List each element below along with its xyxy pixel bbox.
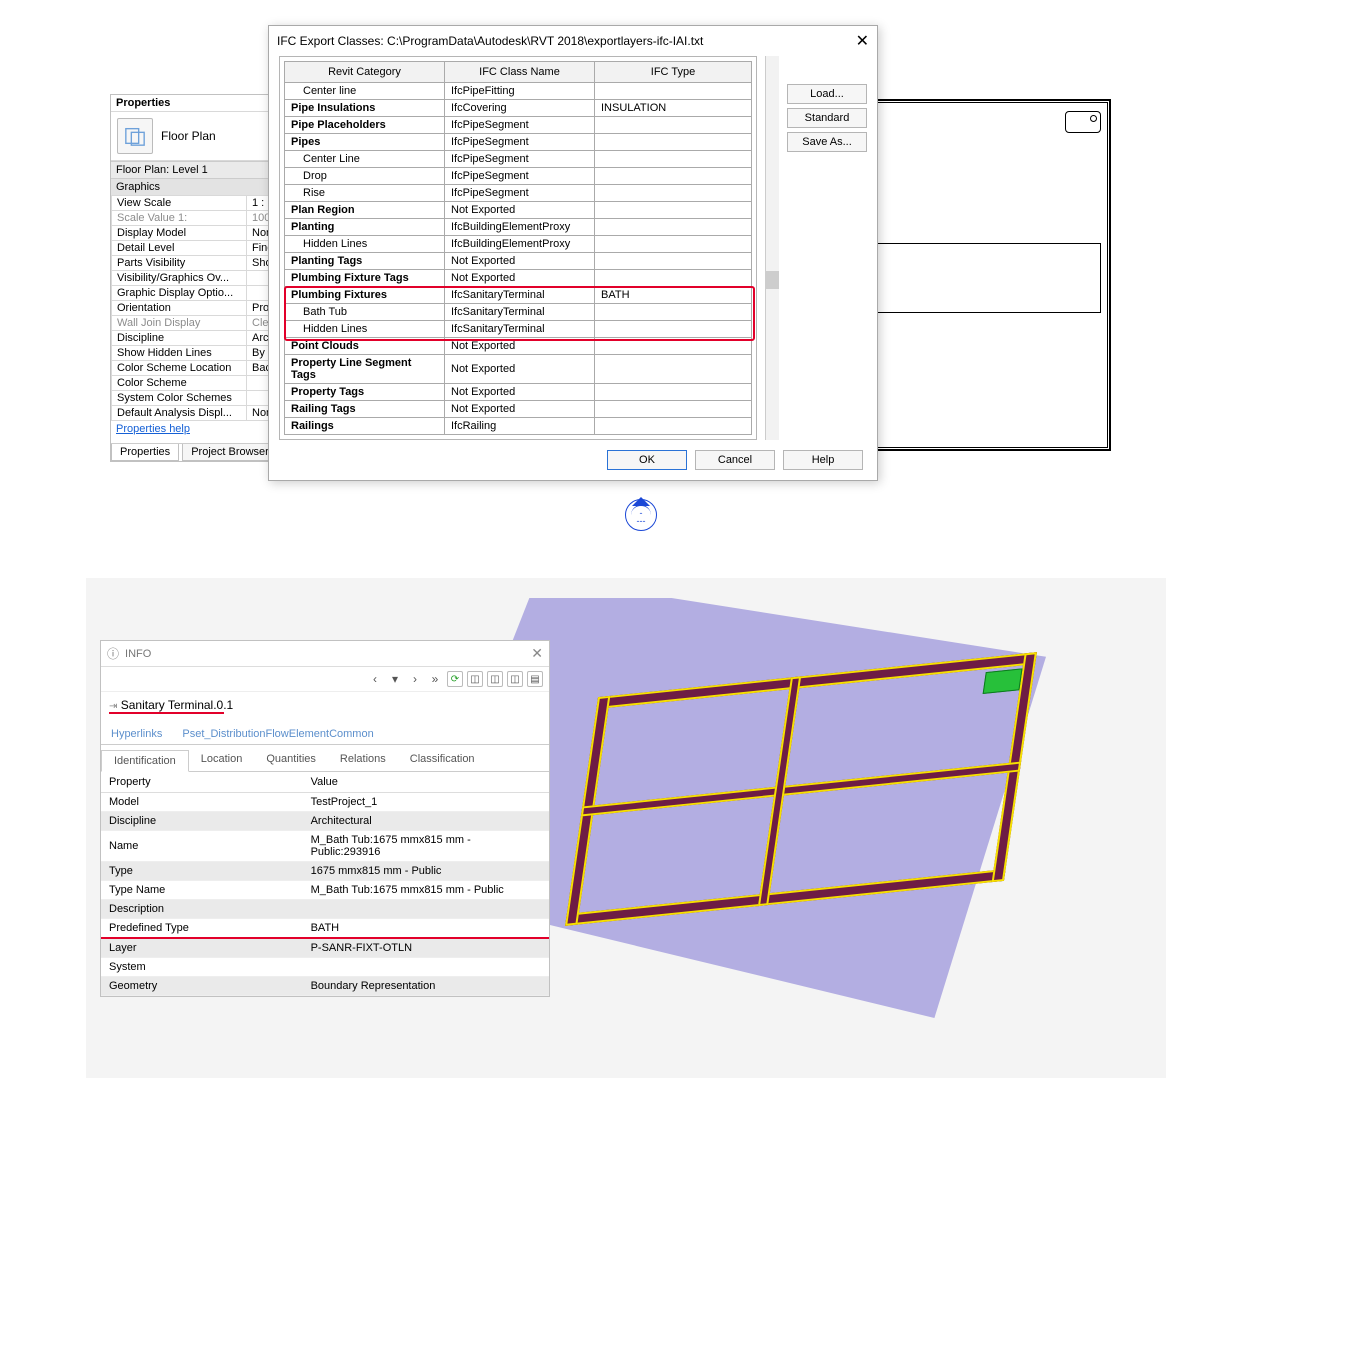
standard-button[interactable]: Standard (787, 108, 867, 128)
info-title: INFO (125, 648, 151, 660)
ifc-row[interactable]: Center LineIfcPipeSegment (285, 151, 752, 168)
compass-icon[interactable]: ---- (616, 490, 666, 540)
info-row: Type NameM_Bath Tub:1675 mmx815 mm - Pub… (101, 881, 549, 900)
nav-next-icon[interactable]: › (407, 671, 423, 687)
nav-last-icon[interactable]: » (427, 671, 443, 687)
info-tab-identification[interactable]: Identification (101, 750, 189, 772)
floorplan-bathtub (1065, 111, 1101, 133)
tool-box4-icon[interactable]: ▤ (527, 671, 543, 687)
ifc-row[interactable]: RiseIfcPipeSegment (285, 185, 752, 202)
selected-bathtub[interactable] (983, 668, 1023, 694)
ifc-classes-table[interactable]: Revit Category IFC Class Name IFC Type C… (284, 61, 752, 435)
ifc-table-wrap: Revit Category IFC Class Name IFC Type C… (279, 56, 757, 440)
scroll-thumb[interactable] (765, 271, 779, 289)
info-row: GeometryBoundary Representation (101, 977, 549, 996)
ifc-row[interactable]: Hidden LinesIfcBuildingElementProxy (285, 236, 752, 253)
hyperlinks-link[interactable]: Hyperlinks (101, 724, 172, 744)
object-name: Sanitary Terminal.0.1 (121, 698, 234, 712)
info-row: Description (101, 900, 549, 919)
ifc-row[interactable]: RailingsIfcRailing (285, 418, 752, 435)
info-tab-location[interactable]: Location (189, 749, 255, 771)
floor-plan-icon (117, 118, 153, 154)
ifc-row[interactable]: Railing TagsNot Exported (285, 401, 752, 418)
col-revit-category[interactable]: Revit Category (285, 62, 445, 83)
nav-first-icon[interactable]: ‹ (367, 671, 383, 687)
ifc-export-dialog: IFC Export Classes: C:\ProgramData\Autod… (268, 25, 878, 481)
tool-box3-icon[interactable]: ◫ (507, 671, 523, 687)
close-icon[interactable]: ✕ (856, 31, 869, 51)
info-icon: ⓘ (107, 645, 119, 662)
ifc-row[interactable]: Center lineIfcPipeFitting (285, 83, 752, 100)
cancel-button[interactable]: Cancel (695, 450, 775, 470)
annotation-underline-name (109, 712, 224, 714)
ifc-row[interactable]: Hidden LinesIfcSanitaryTerminal (285, 321, 752, 338)
type-selector-label[interactable]: Floor Plan (161, 129, 216, 143)
ifc-row[interactable]: Pipe InsulationsIfcCoveringINSULATION (285, 100, 752, 117)
info-tabs: IdentificationLocationQuantitiesRelation… (101, 749, 549, 772)
info-row: Predefined TypeBATH (101, 919, 549, 939)
ifc-row[interactable]: Property Line Segment TagsNot Exported (285, 355, 752, 384)
ifc-row[interactable]: PlantingIfcBuildingElementProxy (285, 219, 752, 236)
info-row: ModelTestProject_1 (101, 793, 549, 812)
info-row: LayerP-SANR-FIXT-OTLN (101, 938, 549, 958)
col-value: Value (303, 772, 549, 793)
info-close-icon[interactable]: ✕ (531, 645, 543, 662)
ifc-row[interactable]: Pipe PlaceholdersIfcPipeSegment (285, 117, 752, 134)
save-as-button[interactable]: Save As... (787, 132, 867, 152)
info-row: DisciplineArchitectural (101, 812, 549, 831)
ifc-row[interactable]: Plumbing FixturesIfcSanitaryTerminalBATH (285, 287, 752, 304)
help-button[interactable]: Help (783, 450, 863, 470)
ifc-row[interactable]: Bath TubIfcSanitaryTerminal (285, 304, 752, 321)
floorplan-drawing (850, 100, 1110, 450)
dialog-title: IFC Export Classes: C:\ProgramData\Autod… (277, 34, 703, 48)
ifc-row[interactable]: Plumbing Fixture TagsNot Exported (285, 270, 752, 287)
scrollbar[interactable] (765, 56, 779, 440)
tool-box1-icon[interactable]: ◫ (467, 671, 483, 687)
info-row: Type1675 mmx815 mm - Public (101, 862, 549, 881)
info-toolbar: ‹ ▾ › » ⟳ ◫ ◫ ◫ ▤ (101, 667, 549, 692)
ifc-row[interactable]: Point CloudsNot Exported (285, 338, 752, 355)
info-tab-classification[interactable]: Classification (398, 749, 487, 771)
info-panel: ⓘ INFO ✕ ‹ ▾ › » ⟳ ◫ ◫ ◫ ▤ ⇥ Sanitary Te… (100, 640, 550, 997)
tool-box2-icon[interactable]: ◫ (487, 671, 503, 687)
load-button[interactable]: Load... (787, 84, 867, 104)
col-ifc-type[interactable]: IFC Type (595, 62, 752, 83)
pset-link[interactable]: Pset_DistributionFlowElementCommon (172, 724, 549, 744)
info-link-row: Hyperlinks Pset_DistributionFlowElementC… (101, 724, 549, 745)
info-tab-quantities[interactable]: Quantities (254, 749, 328, 771)
ifc-row[interactable]: Property TagsNot Exported (285, 384, 752, 401)
col-property: Property (101, 772, 303, 793)
info-row: System (101, 958, 549, 977)
ifc-row[interactable]: Plan RegionNot Exported (285, 202, 752, 219)
info-table: Property Value ModelTestProject_1Discipl… (101, 772, 549, 996)
ifc-row[interactable]: PipesIfcPipeSegment (285, 134, 752, 151)
info-row: NameM_Bath Tub:1675 mmx815 mm - Public:2… (101, 831, 549, 862)
ifc-row[interactable]: DropIfcPipeSegment (285, 168, 752, 185)
ok-button[interactable]: OK (607, 450, 687, 470)
tab-properties[interactable]: Properties (111, 444, 179, 461)
properties-help-link[interactable]: Properties help (111, 421, 195, 437)
ifc-row[interactable]: Planting TagsNot Exported (285, 253, 752, 270)
tool-link-icon[interactable]: ⟳ (447, 671, 463, 687)
col-ifc-class[interactable]: IFC Class Name (445, 62, 595, 83)
compass-label-2: --- (637, 516, 646, 526)
nav-dropdown-icon[interactable]: ▾ (387, 671, 403, 687)
floorplan-room (859, 243, 1101, 313)
info-tab-relations[interactable]: Relations (328, 749, 398, 771)
